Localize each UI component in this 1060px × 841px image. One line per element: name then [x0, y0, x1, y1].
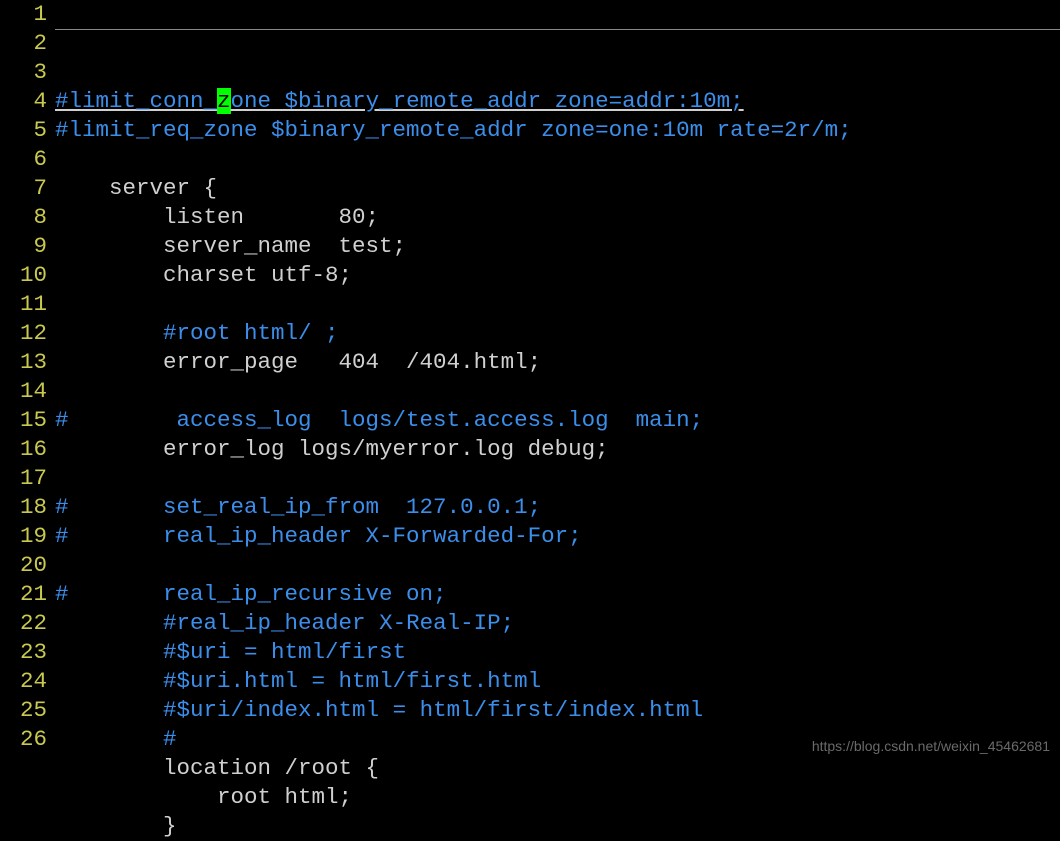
code-line[interactable]: #limit_conn_zone $binary_remote_addr zon… [55, 87, 1060, 116]
code-text [55, 668, 163, 694]
comment-text: # set_real_ip_from 127.0.0.1; [55, 494, 541, 520]
code-text: location /root { [55, 755, 379, 781]
horizontal-divider [55, 29, 1060, 30]
comment-text: # real_ip_recursive on; [55, 581, 447, 607]
line-number: 8 [0, 203, 47, 232]
code-text [55, 726, 163, 752]
code-text: error_page 404 /404.html; [55, 349, 541, 375]
comment-text: #limit_conn_ [55, 88, 217, 114]
line-number: 22 [0, 609, 47, 638]
code-text: } [55, 813, 177, 839]
code-text: root html; [55, 784, 352, 810]
line-number: 1 [0, 0, 47, 29]
code-text: listen 80; [55, 204, 379, 230]
code-line[interactable]: #$uri.html = html/first.html [55, 667, 1060, 696]
line-number: 5 [0, 116, 47, 145]
code-line[interactable]: root html; [55, 783, 1060, 812]
line-number: 17 [0, 464, 47, 493]
line-number: 14 [0, 377, 47, 406]
code-text: charset utf-8; [55, 262, 352, 288]
line-number: 10 [0, 261, 47, 290]
line-number: 24 [0, 667, 47, 696]
code-line[interactable]: # access_log logs/test.access.log main; [55, 406, 1060, 435]
code-line[interactable] [55, 464, 1060, 493]
code-line[interactable]: server { [55, 174, 1060, 203]
line-number: 23 [0, 638, 47, 667]
line-number: 9 [0, 232, 47, 261]
line-number: 15 [0, 406, 47, 435]
line-number: 16 [0, 435, 47, 464]
line-number: 6 [0, 145, 47, 174]
code-line[interactable]: charset utf-8; [55, 261, 1060, 290]
code-editor[interactable]: 1234567891011121314151617181920212223242… [0, 0, 1060, 769]
comment-text: # real_ip_header X-Forwarded-For; [55, 523, 582, 549]
line-number: 11 [0, 290, 47, 319]
code-line[interactable]: # set_real_ip_from 127.0.0.1; [55, 493, 1060, 522]
code-line[interactable]: #$uri = html/first [55, 638, 1060, 667]
line-number: 2 [0, 29, 47, 58]
code-line[interactable] [55, 290, 1060, 319]
line-number: 18 [0, 493, 47, 522]
code-line[interactable]: #limit_req_zone $binary_remote_addr zone… [55, 116, 1060, 145]
line-number-gutter: 1234567891011121314151617181920212223242… [0, 0, 55, 769]
line-number: 13 [0, 348, 47, 377]
comment-text: # access_log logs/test.access.log main; [55, 407, 703, 433]
code-text [55, 639, 163, 665]
code-line[interactable] [55, 551, 1060, 580]
code-line[interactable]: # real_ip_header X-Forwarded-For; [55, 522, 1060, 551]
code-line[interactable] [55, 377, 1060, 406]
code-line[interactable]: # real_ip_recursive on; [55, 580, 1060, 609]
code-line[interactable]: listen 80; [55, 203, 1060, 232]
code-content[interactable]: #limit_conn_zone $binary_remote_addr zon… [55, 0, 1060, 769]
line-number: 25 [0, 696, 47, 725]
code-text: server_name test; [55, 233, 406, 259]
code-text [55, 320, 163, 346]
cursor-position: z [217, 88, 231, 114]
code-line[interactable]: server_name test; [55, 232, 1060, 261]
comment-text: #$uri.html = html/first.html [163, 668, 541, 694]
code-text: server { [55, 175, 217, 201]
watermark-text: https://blog.csdn.net/weixin_45462681 [812, 732, 1050, 761]
code-text [55, 697, 163, 723]
line-number: 3 [0, 58, 47, 87]
code-line[interactable]: #real_ip_header X-Real-IP; [55, 609, 1060, 638]
line-number: 26 [0, 725, 47, 754]
line-number: 19 [0, 522, 47, 551]
code-line[interactable]: } [55, 812, 1060, 841]
line-number: 4 [0, 87, 47, 116]
comment-text: one $binary_remote_addr zone=addr:10m; [231, 88, 744, 114]
comment-text: #$uri = html/first [163, 639, 406, 665]
code-line[interactable] [55, 145, 1060, 174]
code-line[interactable]: #$uri/index.html = html/first/index.html [55, 696, 1060, 725]
code-line[interactable]: error_log logs/myerror.log debug; [55, 435, 1060, 464]
comment-text: # [163, 726, 177, 752]
line-number: 7 [0, 174, 47, 203]
comment-text: #root html/ ; [163, 320, 339, 346]
code-text [55, 610, 163, 636]
line-number: 21 [0, 580, 47, 609]
code-text: error_log logs/myerror.log debug; [55, 436, 609, 462]
comment-text: #$uri/index.html = html/first/index.html [163, 697, 703, 723]
comment-text: #real_ip_header X-Real-IP; [163, 610, 514, 636]
code-line[interactable]: #root html/ ; [55, 319, 1060, 348]
code-line[interactable]: error_page 404 /404.html; [55, 348, 1060, 377]
line-number: 20 [0, 551, 47, 580]
line-number: 12 [0, 319, 47, 348]
comment-text: #limit_req_zone $binary_remote_addr zone… [55, 117, 852, 143]
